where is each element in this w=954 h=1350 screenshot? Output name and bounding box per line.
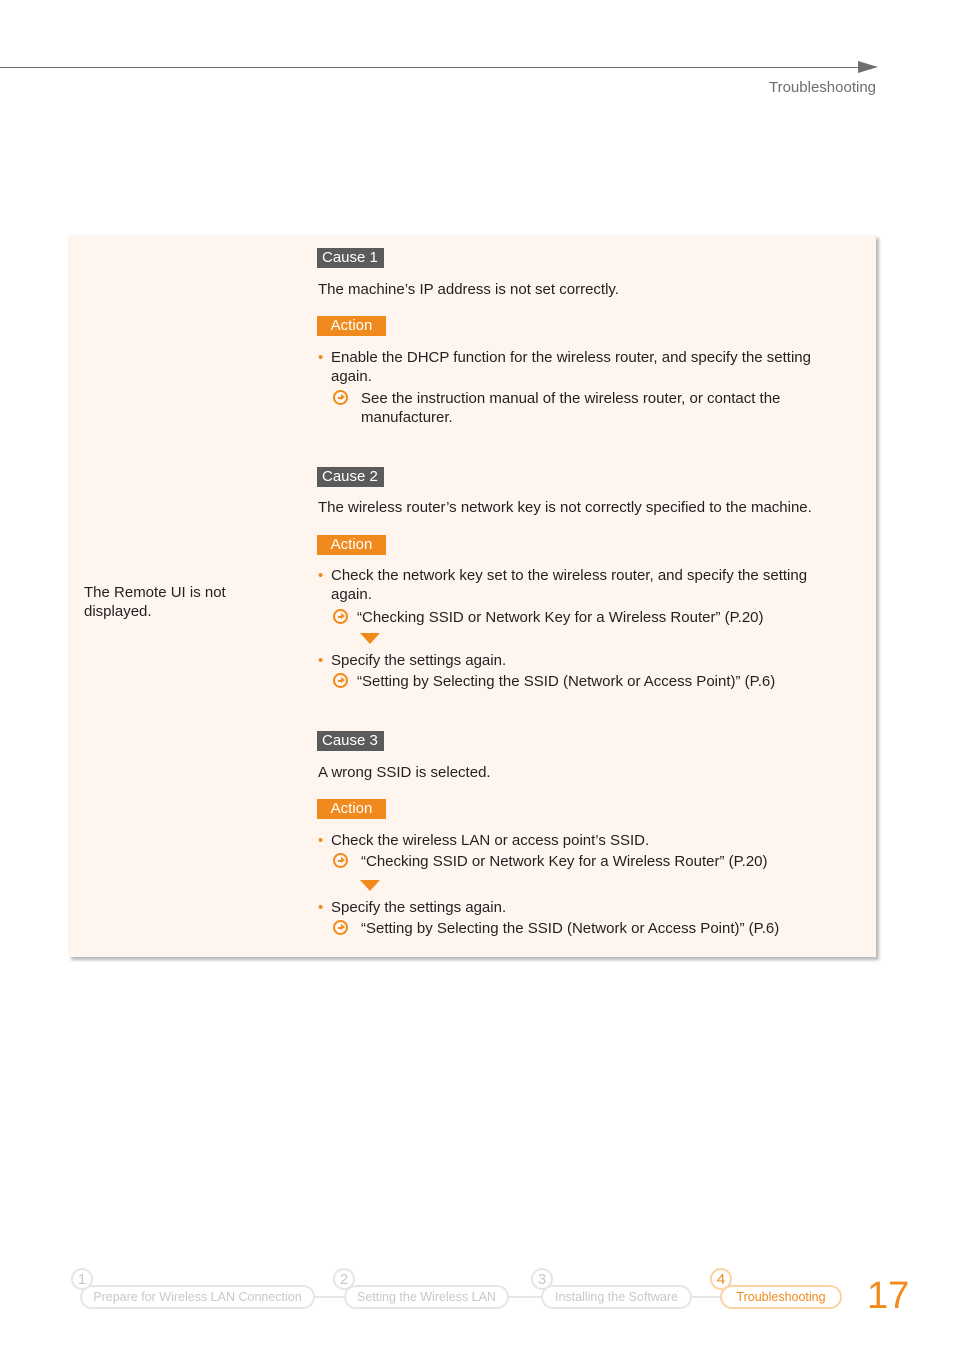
nav-connector [690,1296,722,1298]
reference-link: “Setting by Selecting the SSID (Network … [361,920,780,937]
bullet-icon: • [318,652,324,669]
step-text: Enable the DHCP function for the wireles… [331,349,811,385]
nav-step-number: 2 [333,1268,355,1290]
cause-3-step-1: • Check the wireless LAN or access point… [318,831,848,850]
cause-1-description: The machine’s IP address is not set corr… [318,281,619,298]
cause-2-badge: Cause 2 [317,467,384,487]
cause-1-badge: Cause 1 [317,248,384,268]
cause-3-description: A wrong SSID is selected. [318,764,491,781]
down-arrow-icon [360,880,380,891]
arrow-circle-icon [333,390,348,405]
cause-2-step-2-ref[interactable]: “Setting by Selecting the SSID (Network … [333,672,833,691]
cause-2-step-2: • Specify the settings again. [318,651,848,670]
nav-step-number: 1 [71,1268,93,1290]
step-text: Specify the settings again. [331,899,507,916]
cause-2-action-badge: Action [317,535,386,555]
bullet-icon: • [318,832,324,849]
header-rule [0,67,862,68]
nav-step-label[interactable]: Installing the Software [541,1285,692,1309]
section-title: Troubleshooting [768,79,876,96]
nav-step-label[interactable]: Setting the Wireless LAN [344,1285,509,1309]
header-arrow-icon [858,61,878,73]
cause-1-step-1: • Enable the DHCP function for the wirel… [318,348,848,386]
cause-1-step-1-ref[interactable]: See the instruction manual of the wirele… [333,389,813,427]
nav-connector [507,1296,541,1298]
arrow-circle-icon [333,853,348,868]
cause-3-action-badge: Action [317,799,386,819]
symptom-text: The Remote UI is not displayed. [84,584,226,620]
arrow-circle-icon [333,673,348,688]
arrow-circle-icon [333,920,348,935]
down-arrow-icon [360,633,380,644]
nav-step-label[interactable]: Prepare for Wireless LAN Connection [80,1285,315,1309]
cause-3-badge: Cause 3 [317,731,384,751]
cause-2-description: The wireless router’s network key is not… [318,499,812,516]
page-number: 17 [867,1275,910,1317]
step-text: Check the wireless LAN or access point’s… [331,832,650,849]
step-text: Specify the settings again. [331,652,507,669]
cause-2-step-1-ref[interactable]: “Checking SSID or Network Key for a Wire… [333,608,833,627]
reference-link: “Checking SSID or Network Key for a Wire… [357,609,764,626]
arrow-circle-icon [333,609,348,624]
step-text: Check the network key set to the wireles… [331,567,808,603]
reference-link: “Checking SSID or Network Key for a Wire… [361,853,768,870]
cause-3-step-1-ref[interactable]: “Checking SSID or Network Key for a Wire… [333,852,833,871]
nav-step-number: 4 [710,1268,732,1290]
reference-link: “Setting by Selecting the SSID (Network … [357,673,776,690]
nav-step-number: 3 [531,1268,553,1290]
cause-1-action-badge: Action [317,316,386,336]
cause-3-step-2-ref[interactable]: “Setting by Selecting the SSID (Network … [333,919,833,938]
bullet-icon: • [318,899,324,916]
cause-2-step-1: • Check the network key set to the wirel… [318,566,848,604]
reference-text: See the instruction manual of the wirele… [361,390,781,426]
cause-3-step-2: • Specify the settings again. [318,898,848,917]
bullet-icon: • [318,349,324,366]
nav-connector [313,1296,345,1298]
nav-step-label[interactable]: Troubleshooting [720,1285,842,1309]
bullet-icon: • [318,567,324,584]
